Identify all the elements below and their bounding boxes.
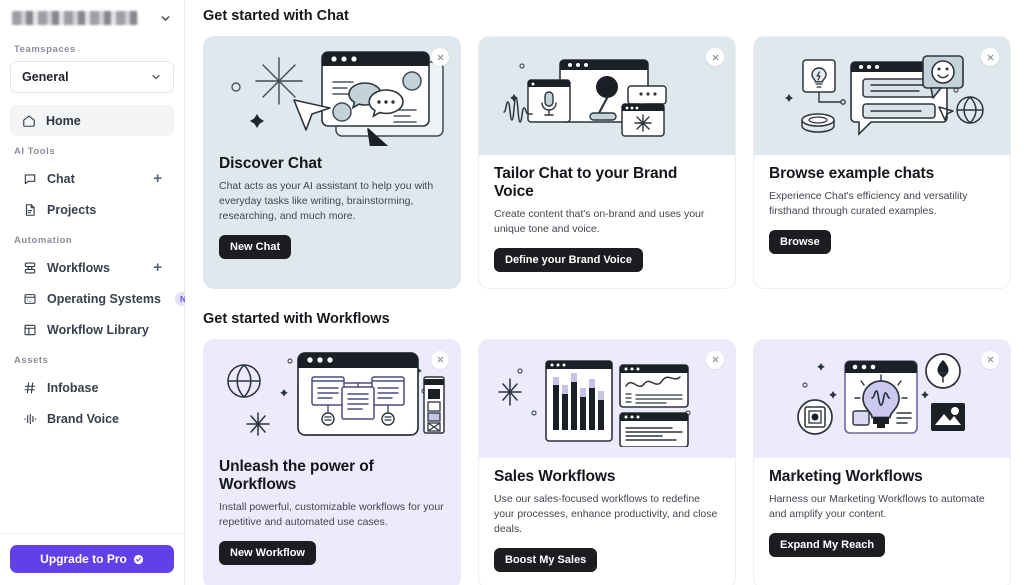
card-description: Chat acts as your AI assistant to help y… [219,180,434,222]
sidebar: Teamspaces General Home AI Tools Chat + [0,0,206,585]
sidebar-item-label: Workflows [47,260,110,275]
sidebar-group-label-ai-tools: AI Tools [14,146,56,157]
card-illustration-marketing [754,339,1010,458]
card-illustration-brand-voice [479,37,735,155]
close-icon[interactable] [706,48,724,66]
workflows-icon [22,260,37,275]
sidebar-group-label-assets: Assets [14,355,49,366]
chevron-down-icon [150,71,162,83]
card-illustration-example-chats [754,37,1010,155]
sidebar-item-workflows[interactable]: Workflows + [10,252,174,283]
chat-bubble-icon [22,171,37,186]
sidebar-item-workflow-library[interactable]: Workflow Library [10,314,174,345]
card-title: Browse example chats [769,165,935,182]
upgrade-label: Upgrade to Pro [40,552,127,566]
card-title: Sales Workflows [494,467,616,485]
card-title: Discover Chat [219,155,322,172]
card-unleash-workflows[interactable]: Unleash the power of Workflows Install p… [203,338,461,585]
waveform-icon [22,411,37,426]
account-name-redacted [12,11,138,25]
new-chat-button[interactable]: New Chat [219,234,292,259]
card-description: Create content that's on-brand and uses … [494,208,705,235]
add-chat-icon[interactable]: + [153,171,163,186]
hash-icon [22,380,37,395]
teamspace-select-value: General [22,70,69,84]
close-icon[interactable] [981,48,999,66]
sidebar-item-label: Operating Systems [47,291,161,306]
teamspaces-label: Teamspaces [14,44,76,55]
main-content: Get started with Chat Discover Chat Chat… [185,0,1024,585]
card-discover-chat[interactable]: Discover Chat Chat acts as your AI assis… [203,36,461,289]
close-icon[interactable] [706,350,724,369]
card-description: Harness our Marketing Workflows to autom… [769,492,985,520]
close-icon[interactable] [981,350,999,369]
card-title: Unleash the power of Workflows [219,457,374,493]
card-description: Install powerful, customizable workflows… [219,500,444,528]
section-title-workflows: Get started with Workflows [203,310,390,327]
sidebar-group-label-automation: Automation [14,235,73,246]
upgrade-section: Upgrade to Pro [0,533,184,585]
sidebar-item-chat[interactable]: Chat + [10,163,174,194]
card-illustration-workflows [204,340,460,452]
card-sales-workflows[interactable]: Sales Workflows Use our sales-focused wo… [478,338,736,585]
operating-systems-icon [22,291,37,306]
teamspace-select[interactable]: General [10,61,174,93]
chevron-down-icon[interactable] [159,12,172,25]
check-circle-icon [133,554,144,565]
card-tailor-brand-voice[interactable]: Tailor Chat to your Brand Voice Create c… [478,36,736,289]
expand-my-reach-button[interactable]: Expand My Reach [769,532,886,557]
home-icon [21,113,36,128]
sidebar-item-operating-systems[interactable]: Operating Systems NEW [10,283,206,314]
card-body: Discover Chat Chat acts as your AI assis… [204,149,460,275]
upgrade-to-pro-button[interactable]: Upgrade to Pro [10,545,174,573]
sidebar-item-label: Brand Voice [47,411,120,426]
card-title: Tailor Chat to your Brand Voice [494,165,678,200]
sidebar-item-label: Infobase [47,380,99,395]
app-root: Teamspaces General Home AI Tools Chat + [0,0,1024,585]
define-brand-voice-button[interactable]: Define your Brand Voice [494,247,643,272]
sidebar-item-label: Chat [47,171,75,186]
boost-my-sales-button[interactable]: Boost My Sales [494,547,598,572]
workflow-card-row: Unleash the power of Workflows Install p… [203,338,1024,585]
card-body: Sales Workflows Use our sales-focused wo… [479,458,735,585]
chat-card-row: Discover Chat Chat acts as your AI assis… [203,36,1024,289]
card-browse-example-chats[interactable]: Browse example chats Experience Chat's e… [753,36,1011,289]
library-icon [22,322,37,337]
card-marketing-workflows[interactable]: Marketing Workflows Harness our Marketin… [753,338,1011,585]
sidebar-item-projects[interactable]: Projects [10,194,174,225]
sidebar-item-label: Workflow Library [47,322,149,337]
card-body: Tailor Chat to your Brand Voice Create c… [479,155,735,288]
card-description: Use our sales-focused workflows to redef… [494,492,718,535]
card-body: Unleash the power of Workflows Install p… [204,452,460,581]
close-icon[interactable] [431,350,449,369]
sidebar-item-brand-voice[interactable]: Brand Voice [10,403,174,434]
sidebar-item-label: Home [46,113,81,128]
add-workflow-icon[interactable]: + [153,260,163,275]
browse-button[interactable]: Browse [769,229,831,254]
sidebar-item-label: Projects [47,202,97,217]
sidebar-item-infobase[interactable]: Infobase [10,372,174,403]
account-switcher[interactable] [0,0,184,34]
card-body: Browse example chats Experience Chat's e… [754,155,1010,270]
card-illustration-sales [479,339,735,458]
document-icon [22,202,37,217]
card-body: Marketing Workflows Harness our Marketin… [754,458,1010,573]
card-description: Experience Chat's efficiency and versati… [769,190,968,217]
sidebar-item-home[interactable]: Home [10,105,174,136]
card-illustration-discover-chat [204,37,460,149]
card-title: Marketing Workflows [769,467,923,485]
close-icon[interactable] [431,48,449,66]
section-title-chat: Get started with Chat [203,8,349,24]
new-workflow-button[interactable]: New Workflow [219,540,316,565]
